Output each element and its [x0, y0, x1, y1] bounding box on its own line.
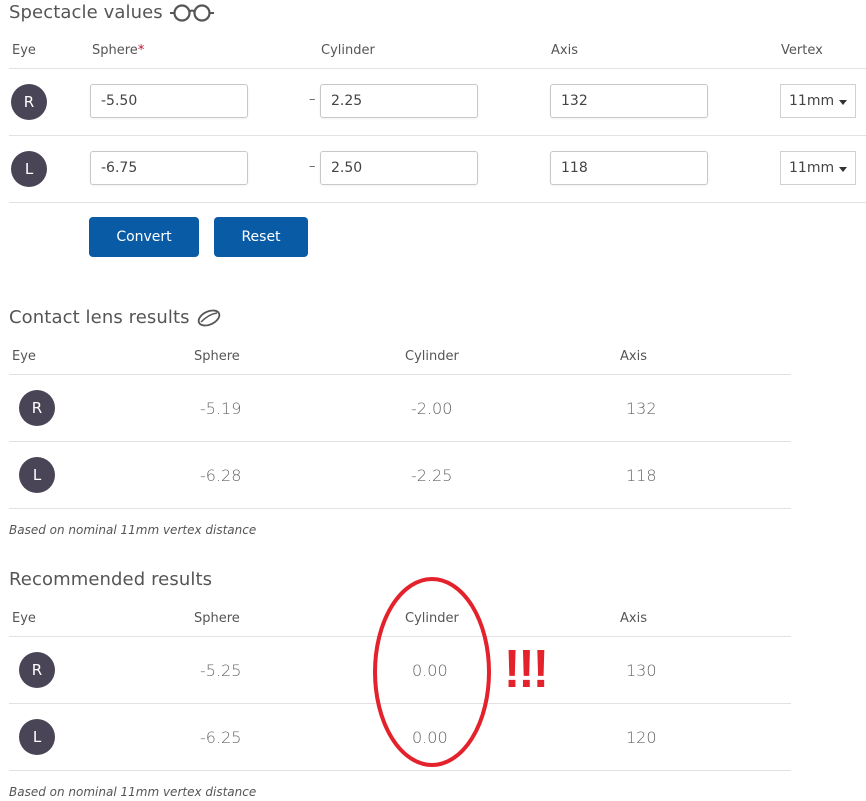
caret-down-icon	[839, 167, 847, 172]
recommended-header-eye: Eye	[12, 611, 36, 626]
cylinder-sign-left: –	[309, 159, 316, 174]
recommended-sphere-right: -5.25	[200, 661, 242, 680]
sphere-input-right[interactable]	[90, 84, 248, 118]
contact-note: Based on nominal 11mm vertex distance	[9, 523, 257, 537]
divider	[9, 441, 791, 442]
contact-header-sphere: Sphere	[194, 349, 240, 364]
sphere-input-left[interactable]	[90, 151, 248, 185]
caret-down-icon	[839, 100, 847, 105]
contact-lens-icon	[196, 308, 222, 328]
recommended-header-sphere: Sphere	[194, 611, 240, 626]
divider	[9, 202, 866, 203]
convert-button[interactable]: Convert	[89, 217, 199, 257]
header-sphere-text: Sphere	[92, 43, 138, 58]
cylinder-input-left[interactable]	[320, 151, 478, 185]
axis-input-right[interactable]	[550, 84, 708, 118]
eye-badge-right: R	[19, 652, 55, 688]
exclamation-annotation: !!!	[504, 639, 549, 699]
cylinder-sign-right: –	[309, 92, 316, 107]
recommended-cylinder-left: 0.00	[412, 728, 448, 747]
vertex-select-right[interactable]: 11mm	[780, 84, 856, 118]
recommended-note: Based on nominal 11mm vertex distance	[9, 785, 257, 799]
divider	[9, 636, 791, 637]
contact-header-cylinder: Cylinder	[405, 349, 459, 364]
recommended-header-axis: Axis	[620, 611, 647, 626]
eye-badge-left: L	[19, 719, 55, 755]
recommended-title-text: Recommended results	[9, 569, 213, 590]
contact-cylinder-left: -2.25	[411, 466, 453, 485]
recommended-header-cylinder: Cylinder	[405, 611, 459, 626]
recommended-cylinder-right: 0.00	[412, 661, 448, 680]
header-vertex: Vertex	[781, 43, 823, 58]
contact-title: Contact lens results	[9, 307, 222, 328]
required-mark: *	[137, 43, 145, 58]
header-axis: Axis	[551, 43, 578, 58]
glasses-icon	[169, 3, 215, 23]
divider	[9, 703, 791, 704]
vertex-value-left: 11mm	[789, 160, 835, 176]
divider	[9, 68, 866, 69]
eye-badge-right: R	[11, 84, 47, 120]
contact-title-text: Contact lens results	[9, 307, 190, 328]
eye-badge-right: R	[19, 390, 55, 426]
divider	[9, 135, 866, 136]
contact-header-eye: Eye	[12, 349, 36, 364]
vertex-select-left[interactable]: 11mm	[780, 151, 856, 185]
recommended-axis-left: 120	[626, 728, 657, 747]
eye-badge-left: L	[19, 457, 55, 493]
axis-input-left[interactable]	[550, 151, 708, 185]
spectacle-title: Spectacle values	[9, 2, 215, 23]
eye-badge-left: L	[11, 151, 47, 187]
recommended-axis-right: 130	[626, 661, 657, 680]
divider	[9, 374, 791, 375]
contact-sphere-right: -5.19	[200, 399, 242, 418]
header-eye: Eye	[12, 43, 36, 58]
contact-axis-left: 118	[626, 466, 657, 485]
vertex-value-right: 11mm	[789, 93, 835, 109]
contact-cylinder-right: -2.00	[411, 399, 453, 418]
contact-header-axis: Axis	[620, 349, 647, 364]
recommended-sphere-left: -6.25	[200, 728, 242, 747]
contact-sphere-left: -6.28	[200, 466, 242, 485]
contact-axis-right: 132	[626, 399, 657, 418]
divider	[9, 508, 791, 509]
header-cylinder: Cylinder	[321, 43, 375, 58]
reset-button[interactable]: Reset	[214, 217, 308, 257]
header-sphere: Sphere*	[92, 43, 144, 58]
divider	[9, 770, 791, 771]
spectacle-title-text: Spectacle values	[9, 2, 163, 23]
cylinder-input-right[interactable]	[320, 84, 478, 118]
recommended-title: Recommended results	[9, 569, 212, 590]
